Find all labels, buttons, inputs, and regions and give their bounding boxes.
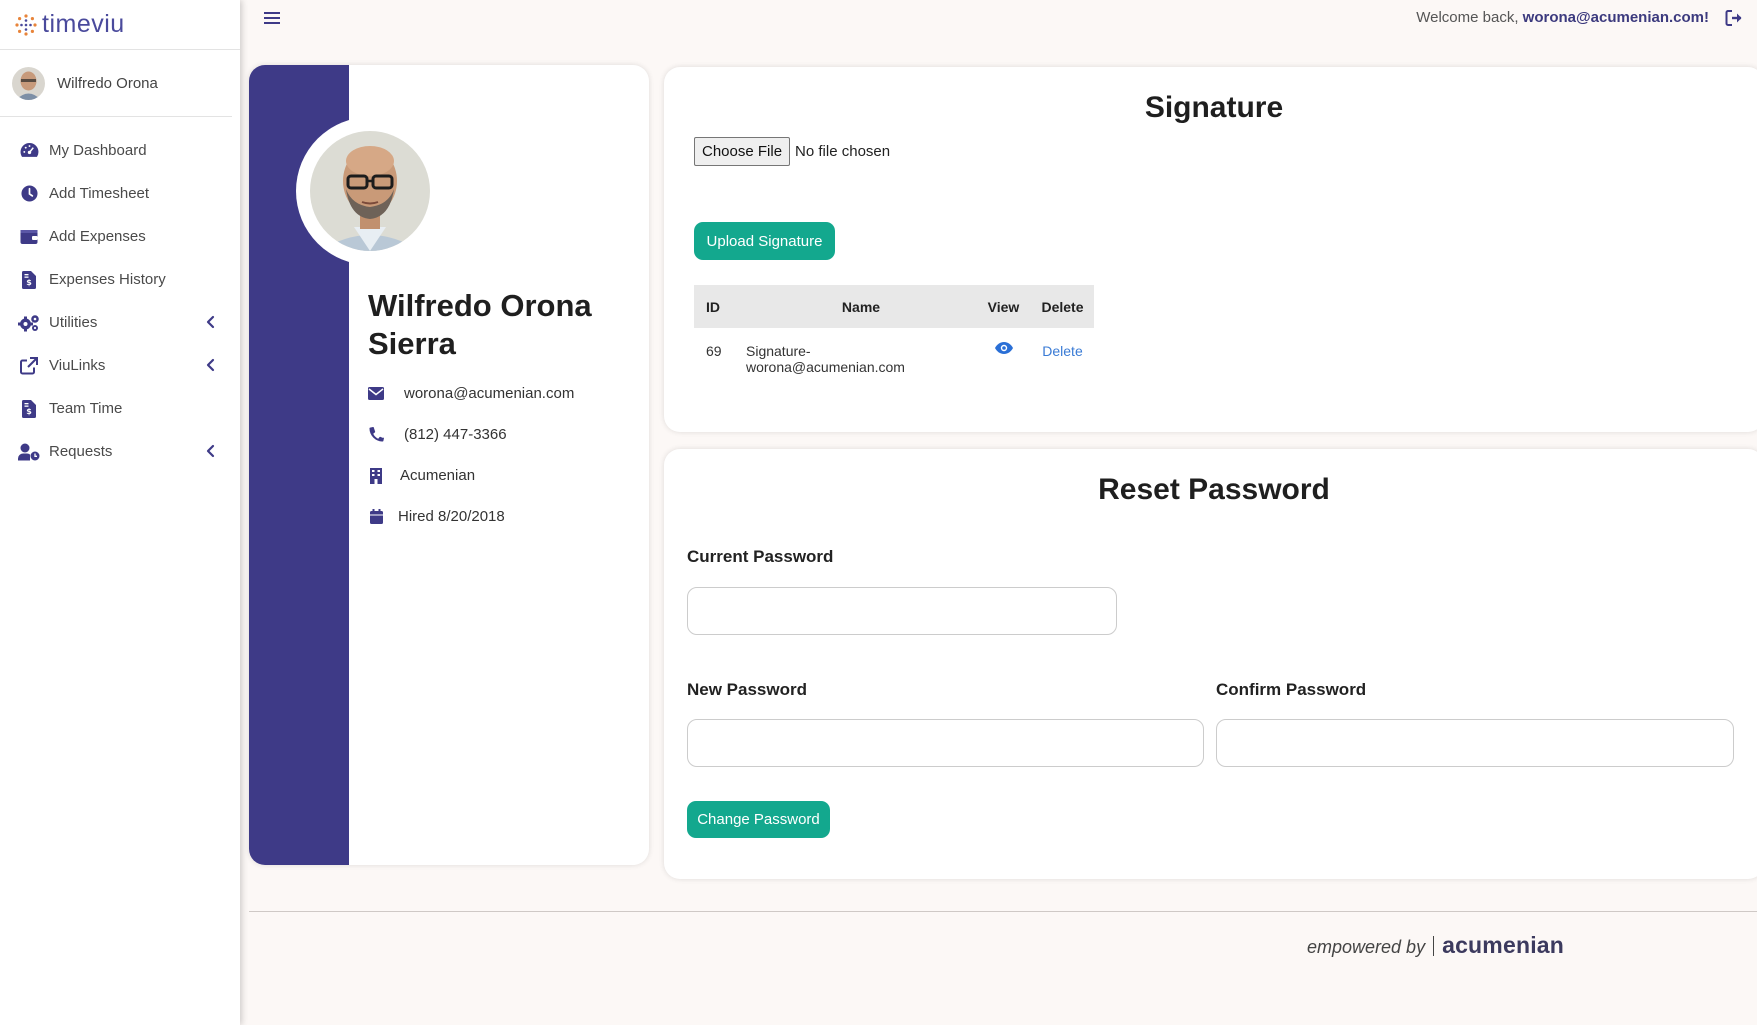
reset-password-title: Reset Password: [1098, 473, 1330, 506]
choose-file-button[interactable]: Choose File: [694, 137, 791, 166]
welcome-user-email: worona@acumenian.com!: [1522, 9, 1709, 26]
wallet-icon: [18, 227, 40, 247]
sidebar-item-expenses-history[interactable]: $ Expenses History: [0, 258, 240, 301]
reset-password-card: Reset Password Current Password New Pass…: [664, 449, 1757, 879]
column-header-delete: Delete: [1031, 285, 1094, 328]
table-row: 69 Signature- worona@acumenian.com Delet…: [694, 328, 1094, 375]
footer-separator: [1433, 935, 1435, 956]
signature-table: ID Name View Delete 69 Signature- worona…: [694, 285, 1094, 375]
avatar: [12, 66, 45, 100]
column-header-view: View: [976, 285, 1031, 328]
sidebar-user-panel[interactable]: Wilfredo Orona: [0, 50, 232, 117]
signature-id: 69: [706, 343, 722, 359]
sidebar-item-label: Requests: [49, 443, 113, 460]
eye-icon[interactable]: [994, 342, 1013, 354]
profile-company-row: Acumenian: [368, 467, 475, 484]
chevron-left-icon[interactable]: [204, 315, 218, 329]
envelope-icon: [368, 386, 384, 402]
gears-icon: [18, 313, 40, 333]
svg-text:$: $: [26, 407, 32, 416]
calendar-icon: [368, 509, 384, 525]
profile-company: Acumenian: [400, 467, 476, 484]
brand-name: timeviu: [42, 10, 125, 38]
invoice-icon: $: [18, 399, 40, 419]
profile-name: Wilfredo Orona Sierra: [368, 288, 592, 361]
profile-photo-frame: [296, 117, 444, 265]
profile-hired: Hired 8/20/2018: [398, 508, 505, 525]
signature-view-cell: [976, 328, 1031, 375]
sidebar-item-viulinks[interactable]: ViuLinks: [0, 344, 240, 387]
chevron-left-icon[interactable]: [204, 444, 218, 458]
signature-name-line2: worona@acumenian.com: [746, 359, 905, 375]
file-status: No file chosen: [795, 143, 891, 160]
column-header-name: Name: [746, 285, 976, 328]
sidebar-item-my-dashboard[interactable]: My Dashboard: [0, 129, 240, 172]
chevron-left-icon[interactable]: [204, 358, 218, 372]
profile-photo: [310, 131, 430, 251]
footer-brand-logo[interactable]: acumenian: [1442, 932, 1564, 959]
sidebar-item-add-timesheet[interactable]: Add Timesheet: [0, 172, 240, 215]
delete-signature-link[interactable]: Delete: [1042, 343, 1082, 359]
signature-title: Signature: [1144, 91, 1284, 124]
footer-empowered-by: empowered by: [1307, 937, 1426, 957]
confirm-password-label: Confirm Password: [1216, 680, 1367, 699]
confirm-password-field[interactable]: [1216, 719, 1734, 767]
welcome-message: Welcome back, worona@acumenian.com!: [1416, 9, 1709, 26]
sidebar: timeviu Wilfredo Orona My Dashboard Add …: [0, 0, 240, 1025]
sidebar-item-utilities[interactable]: Utilities: [0, 301, 240, 344]
profile-phone: (812) 447-3366: [404, 426, 507, 443]
sidebar-item-team-time[interactable]: $ Team Time: [0, 387, 240, 430]
profile-email: worona@acumenian.com: [404, 385, 575, 402]
current-password-field[interactable]: [687, 587, 1117, 635]
table-header-row: ID Name View Delete: [694, 285, 1094, 328]
change-password-button[interactable]: Change Password: [687, 801, 830, 838]
profile-card: Wilfredo Orona Sierra worona@acumenian.c…: [249, 65, 649, 865]
topbar: Welcome back, worona@acumenian.com!: [240, 0, 1757, 37]
new-password-field[interactable]: [687, 719, 1204, 767]
sidebar-item-requests[interactable]: Requests: [0, 430, 240, 473]
logout-icon[interactable]: [1725, 9, 1743, 27]
sidebar-item-label: Team Time: [49, 400, 123, 417]
sidebar-item-label: My Dashboard: [49, 142, 147, 159]
signature-name-cell: Signature- worona@acumenian.com: [746, 328, 976, 375]
profile-email-row: worona@acumenian.com: [368, 385, 574, 402]
signature-delete-cell: Delete: [1031, 328, 1094, 375]
footer-divider: [249, 911, 1757, 912]
phone-icon: [368, 427, 384, 443]
sidebar-item-label: Add Expenses: [49, 228, 146, 245]
building-icon: [368, 467, 384, 484]
brand-logo[interactable]: timeviu: [0, 0, 240, 50]
svg-text:$: $: [26, 278, 32, 287]
signature-name-line1: Signature-: [746, 343, 811, 359]
column-header-id: ID: [694, 285, 746, 328]
current-password-label: Current Password: [687, 547, 834, 566]
sidebar-nav: My Dashboard Add Timesheet Add Expenses …: [0, 117, 240, 473]
sidebar-item-label: Expenses History: [49, 271, 166, 288]
new-password-label: New Password: [687, 680, 807, 699]
clock-icon: [18, 184, 40, 204]
profile-hired-row: Hired 8/20/2018: [368, 508, 505, 525]
dashboard-icon: [18, 141, 40, 161]
sidebar-item-label: ViuLinks: [49, 357, 106, 374]
invoice-icon: $: [18, 270, 40, 290]
sidebar-item-label: Utilities: [49, 314, 98, 331]
sidebar-item-label: Add Timesheet: [49, 185, 150, 202]
sidebar-user-name: Wilfredo Orona: [57, 74, 158, 92]
profile-phone-row: (812) 447-3366: [368, 426, 507, 443]
timeviu-logo-icon: [15, 13, 37, 36]
signature-file-input[interactable]: Choose File No file chosen: [694, 137, 890, 166]
sidebar-item-add-expenses[interactable]: Add Expenses: [0, 215, 240, 258]
hamburger-menu-icon[interactable]: [264, 10, 281, 26]
footer: empowered by acumenian: [1307, 932, 1564, 959]
external-link-icon: [18, 356, 40, 376]
signature-card: Signature Choose File No file chosen Upl…: [664, 67, 1757, 432]
welcome-prefix: Welcome back,: [1416, 9, 1519, 26]
upload-signature-button[interactable]: Upload Signature: [694, 222, 835, 260]
user-clock-icon: [18, 442, 40, 462]
